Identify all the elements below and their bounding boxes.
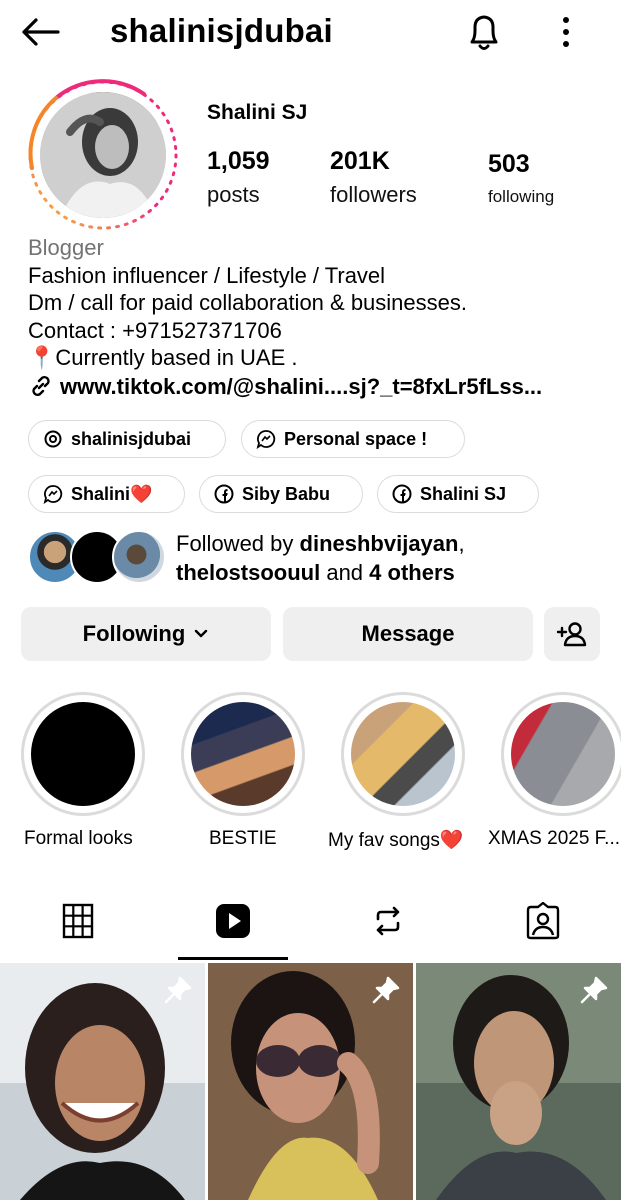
- reel-thumbnail[interactable]: [416, 963, 621, 1200]
- highlight-label: BESTIE: [209, 828, 277, 849]
- highlight-label: My fav songs❤️: [328, 830, 464, 851]
- highlight-label: Formal looks: [24, 828, 133, 849]
- top-bar: shalinisjdubai: [0, 0, 621, 70]
- mutual-user-1: dineshbvijayan: [299, 531, 459, 556]
- chip-label: Shalini SJ: [420, 483, 507, 504]
- reels-icon: [216, 904, 250, 938]
- reel-thumbnail[interactable]: [208, 963, 413, 1200]
- highlight-cover: [511, 702, 615, 806]
- tagged-icon: [526, 902, 560, 940]
- highlight-cover: [31, 702, 135, 806]
- link-icon: [32, 376, 50, 397]
- bio-line: Fashion influencer / Lifestyle / Travel: [28, 262, 386, 288]
- reel-thumbnail[interactable]: [0, 963, 205, 1200]
- avatar: [112, 530, 166, 584]
- followed-by-text[interactable]: Followed by dineshbvijayan, thelostsoouu…: [176, 529, 465, 587]
- pin-icon: [580, 976, 608, 1004]
- following-button-label: Following: [82, 621, 186, 646]
- more-options-icon[interactable]: [548, 10, 584, 54]
- repost-icon: [376, 906, 400, 936]
- chip-label: Shalini❤️: [71, 483, 153, 504]
- active-tab-indicator: [178, 957, 288, 960]
- mutual-user-2: thelostsoouul: [176, 560, 321, 585]
- facebook-icon: [214, 484, 234, 504]
- posts-count: 1,059 posts: [207, 147, 270, 208]
- highlight-cover: [351, 702, 455, 806]
- mutual-others: 4 others: [369, 560, 455, 585]
- bio-link-text: www.tiktok.com/@shalini....sj?_t=8fxLr5f…: [60, 373, 543, 399]
- chip-label: Siby Babu: [242, 483, 331, 504]
- pin-icon: [372, 976, 400, 1004]
- posts-label: posts: [207, 182, 260, 207]
- followed-by-prefix: Followed by: [176, 531, 300, 556]
- mutual-followers-avatars[interactable]: [28, 530, 166, 584]
- highlight-label: XMAS 2025 F...: [488, 828, 621, 849]
- message-button[interactable]: Message: [283, 607, 533, 661]
- chip-siby-babu[interactable]: Siby Babu: [199, 475, 363, 513]
- bell-icon[interactable]: [458, 8, 510, 56]
- message-button-label: Message: [361, 621, 455, 646]
- chip-shalini[interactable]: Shalini❤️: [28, 475, 185, 513]
- chip-threads[interactable]: shalinisjdubai: [28, 420, 226, 458]
- back-arrow-icon[interactable]: [14, 10, 66, 54]
- bio-line: 📍Currently based in UAE .: [28, 345, 298, 370]
- followers-count[interactable]: 201K followers: [330, 147, 417, 208]
- profile-bio: Blogger Fashion influencer / Lifestyle /…: [28, 234, 608, 400]
- profile-full-name: Shalini SJ: [207, 101, 308, 124]
- messenger-chat-icon: [43, 485, 63, 504]
- chip-personal-space[interactable]: Personal space !: [241, 420, 465, 458]
- tab-posts-grid[interactable]: [28, 890, 128, 952]
- grid-icon: [62, 903, 94, 939]
- followers-label: followers: [330, 182, 417, 207]
- chip-shalini-sj[interactable]: Shalini SJ: [377, 475, 539, 513]
- tab-reels[interactable]: [183, 890, 283, 952]
- add-user-icon: [556, 622, 587, 647]
- chip-label: Personal space !: [284, 428, 428, 449]
- following-button[interactable]: Following: [21, 607, 271, 661]
- bio-line: Contact : +971527371706: [28, 317, 282, 343]
- add-user-button[interactable]: [544, 607, 600, 661]
- chip-label: shalinisjdubai: [71, 428, 192, 449]
- chevron-down-icon: [195, 629, 208, 638]
- threads-icon: [44, 430, 62, 448]
- following-label: following: [488, 187, 555, 206]
- comma: ,: [458, 531, 465, 556]
- category-label: Blogger: [28, 235, 104, 260]
- profile-username: shalinisjdubai: [110, 12, 333, 49]
- following-count[interactable]: 503 following: [488, 150, 554, 207]
- tab-reposts[interactable]: [338, 890, 438, 952]
- following-value: 503: [488, 150, 530, 178]
- bio-link[interactable]: www.tiktok.com/@shalini....sj?_t=8fxLr5f…: [28, 373, 608, 401]
- bio-line: Dm / call for paid collaboration & busin…: [28, 290, 467, 315]
- facebook-icon: [392, 484, 412, 504]
- highlight-cover: [191, 702, 295, 806]
- followers-value: 201K: [330, 147, 390, 175]
- pin-icon: [164, 976, 192, 1004]
- tab-tagged[interactable]: [493, 890, 593, 952]
- profile-avatar[interactable]: [40, 92, 166, 218]
- messenger-chat-icon: [256, 430, 276, 449]
- posts-value: 1,059: [207, 147, 270, 175]
- and-text: and: [320, 560, 370, 585]
